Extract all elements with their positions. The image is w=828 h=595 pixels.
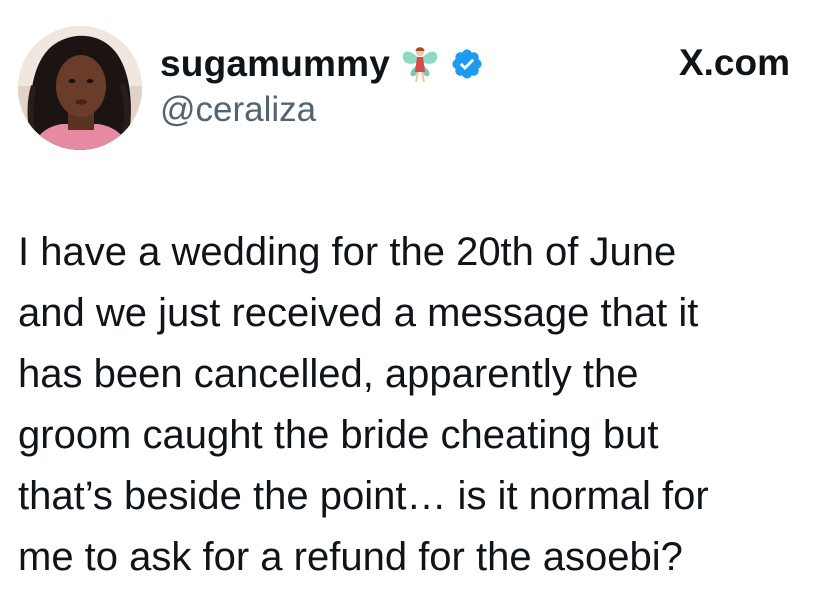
tweet-text: I have a wedding for the 20th of June an… bbox=[18, 230, 709, 579]
tweet-card: sugamummy @ceraliza X.com I have a weddi… bbox=[0, 0, 828, 595]
profile-photo bbox=[18, 26, 142, 150]
author-handle[interactable]: @ceraliza bbox=[160, 90, 316, 130]
fairy-icon bbox=[400, 42, 440, 86]
source-label: X.com bbox=[678, 42, 790, 83]
author-display-name[interactable]: sugamummy bbox=[160, 43, 390, 85]
author-name-row: sugamummy bbox=[160, 36, 484, 92]
avatar[interactable] bbox=[18, 26, 142, 150]
verified-badge-icon[interactable] bbox=[450, 47, 484, 81]
